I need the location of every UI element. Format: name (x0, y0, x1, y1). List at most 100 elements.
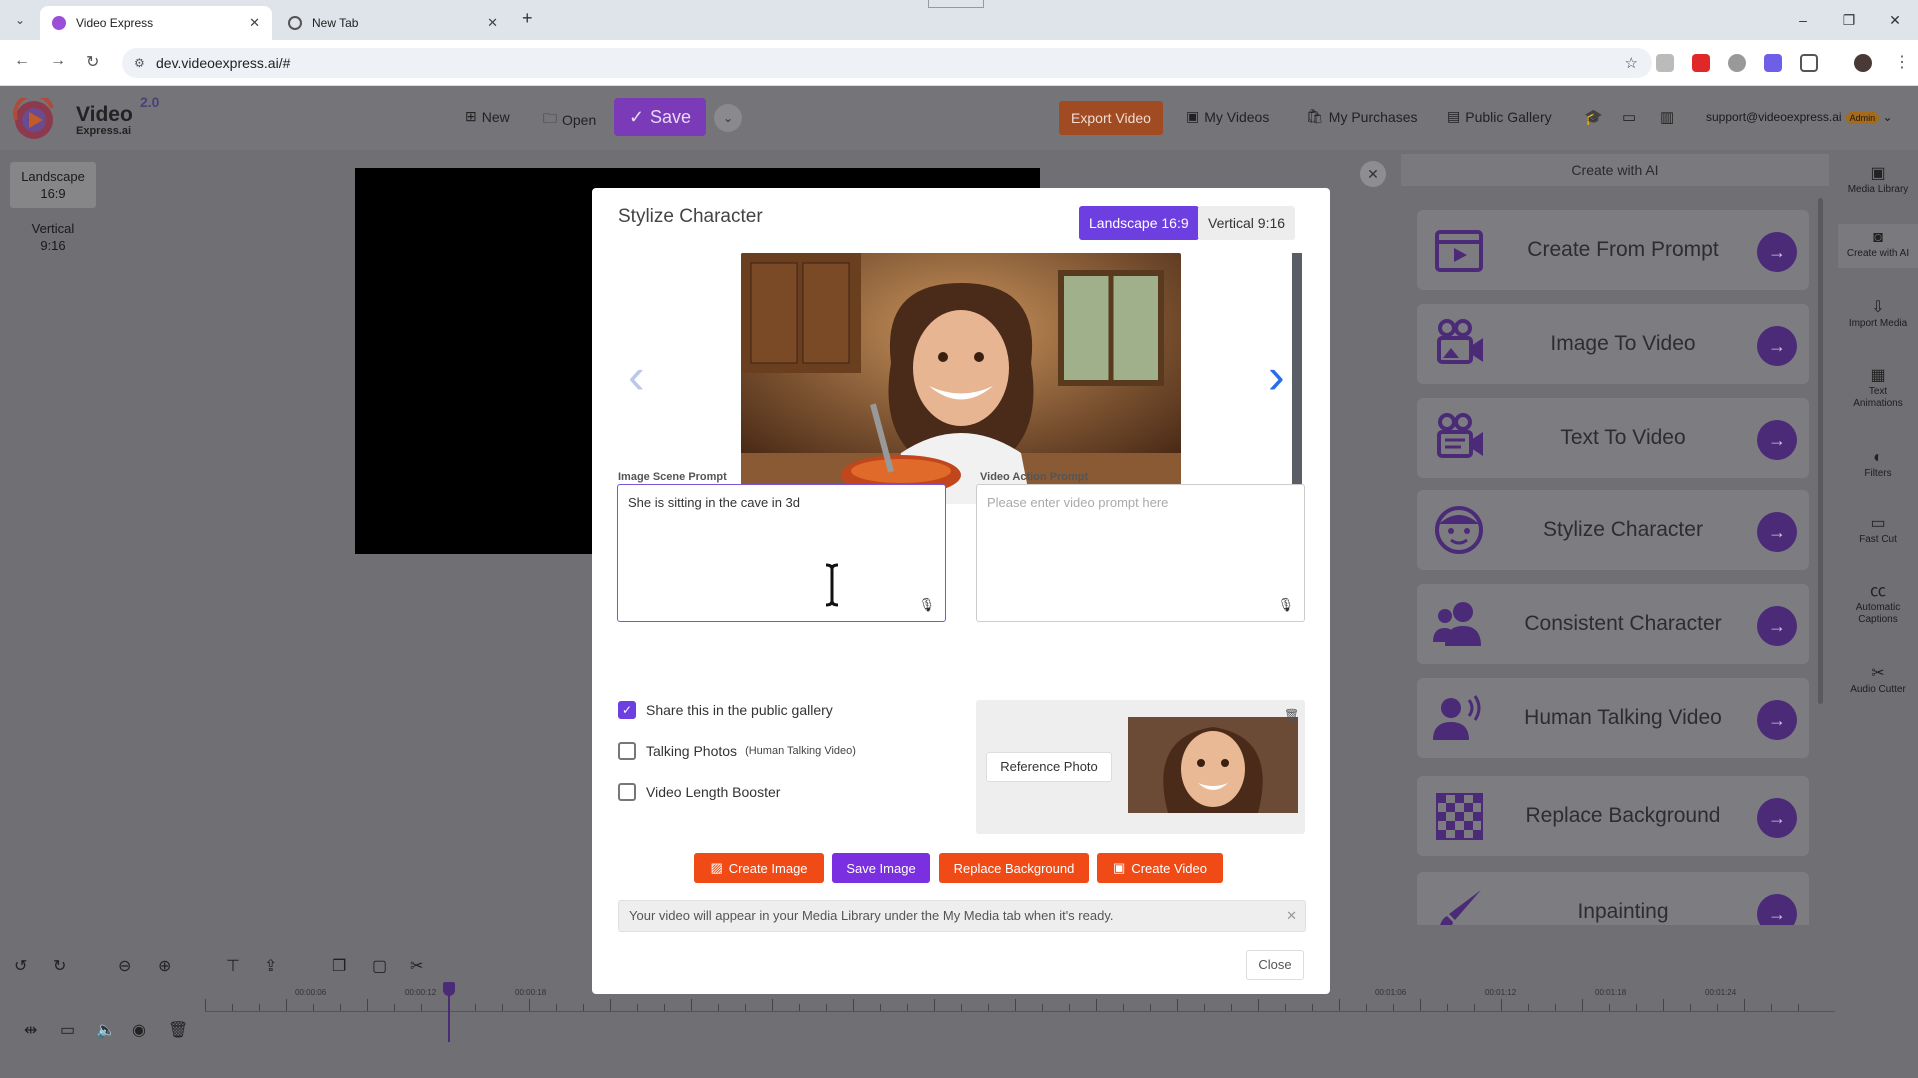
paste-icon[interactable]: ▢ (372, 956, 387, 976)
ai-card-inpainting[interactable]: Inpainting → (1417, 872, 1809, 925)
open-button[interactable]: 🗀 Open (543, 108, 596, 132)
microphone-icon[interactable]: 🎙 (1277, 597, 1294, 613)
logo[interactable]: Video Express.ai 2.0 (12, 94, 172, 144)
new-button[interactable]: ⊞ New (465, 108, 510, 125)
back-icon[interactable]: ← (14, 52, 30, 70)
carousel-prev-icon[interactable]: ‹ (628, 351, 645, 401)
close-tab-icon[interactable]: ✕ (249, 15, 260, 31)
redo-icon[interactable]: ↻ (53, 956, 66, 976)
arrow-right-icon[interactable]: → (1757, 798, 1797, 838)
ai-card-create-from-prompt[interactable]: Create From Prompt → (1417, 210, 1809, 290)
playhead[interactable] (443, 982, 455, 1042)
bookmark-star-icon[interactable]: ☆ (1625, 54, 1638, 72)
my-videos-button[interactable]: ▣ My Videos (1186, 108, 1269, 125)
new-tab-button[interactable]: + (522, 8, 533, 29)
next-slide-preview[interactable] (1292, 253, 1302, 504)
video-length-booster-checkbox[interactable]: Video Length Booster (618, 783, 780, 801)
trash-icon[interactable]: 🗑 (1284, 708, 1299, 722)
browser-tab-video-express[interactable]: Video Express ✕ (40, 6, 272, 40)
chat-icon[interactable]: ▭ (1622, 108, 1640, 126)
extension-icon[interactable] (1656, 54, 1674, 72)
address-bar[interactable]: ⚙ dev.videoexpress.ai/# ☆ (122, 48, 1652, 78)
forward-icon[interactable]: → (50, 52, 66, 70)
microphone-icon[interactable]: 🎙 (918, 597, 935, 613)
arrow-right-icon[interactable]: → (1757, 606, 1797, 646)
ai-card-consistent-character[interactable]: Consistent Character → (1417, 584, 1809, 664)
docs-icon[interactable]: ▥ (1660, 108, 1678, 126)
restore-icon[interactable]: ❐ (1826, 0, 1872, 40)
image-prompt-input[interactable]: She is sitting in the cave in 3d 🎙 (617, 484, 946, 622)
youtube-extension-icon[interactable] (1692, 54, 1710, 72)
volume-icon[interactable]: 🔈 (96, 1020, 116, 1040)
browser-menu-icon[interactable]: ⋮ (1894, 52, 1910, 72)
nav-automatic-captions[interactable]: ㏄ Automatic Captions (1838, 584, 1918, 626)
arrow-right-icon[interactable]: → (1757, 326, 1797, 366)
ai-card-human-talking-video[interactable]: Human Talking Video → (1417, 678, 1809, 758)
arrow-right-icon[interactable]: → (1757, 512, 1797, 552)
orientation-vertical[interactable]: Vertical 9:16 (10, 214, 96, 260)
align-top-icon[interactable]: ⊤ (226, 956, 240, 976)
checkbox-unchecked-icon[interactable] (618, 742, 636, 760)
format-landscape-button[interactable]: Landscape 16:9 (1079, 206, 1199, 240)
account-menu[interactable]: support@videoexpress.ai Admin ⌄ (1706, 110, 1893, 124)
close-tab-icon[interactable]: ✕ (487, 15, 498, 31)
site-info-icon[interactable]: ⚙ (134, 56, 145, 70)
arrow-right-icon[interactable]: → (1757, 700, 1797, 740)
format-vertical-button[interactable]: Vertical 9:16 (1198, 206, 1296, 240)
nav-create-with-ai[interactable]: ◙ Create with AI (1838, 224, 1918, 268)
arrow-right-icon[interactable]: → (1757, 420, 1797, 460)
cut-icon[interactable]: ✂ (410, 956, 423, 976)
nav-import-media[interactable]: ⇩ Import Media (1838, 300, 1918, 330)
ai-card-stylize-character[interactable]: Stylize Character → (1417, 490, 1809, 570)
arrow-right-icon[interactable]: → (1757, 232, 1797, 272)
checkbox-unchecked-icon[interactable] (618, 783, 636, 801)
visibility-icon[interactable]: ◉ (132, 1020, 146, 1040)
talking-photos-checkbox[interactable]: Talking Photos (Human Talking Video) (618, 742, 856, 760)
create-video-button[interactable]: ▣ Create Video (1097, 853, 1223, 883)
copy-icon[interactable]: ❐ (332, 956, 346, 976)
orientation-landscape[interactable]: Landscape 16:9 (10, 162, 96, 208)
cloud-extension-icon[interactable] (1728, 54, 1746, 72)
window-drag-handle[interactable] (928, 0, 984, 8)
zoom-out-icon[interactable]: ⊖ (118, 956, 131, 976)
generated-character-image[interactable] (741, 253, 1181, 504)
close-button[interactable]: Close (1246, 950, 1304, 980)
dismiss-notice-icon[interactable]: ✕ (1286, 901, 1297, 931)
nav-text-animations[interactable]: ▦ Text Animations (1838, 368, 1918, 410)
nav-media-library[interactable]: ▣ Media Library (1838, 166, 1918, 196)
arrow-right-icon[interactable]: → (1757, 894, 1797, 925)
layers-icon[interactable]: ▭ (60, 1020, 75, 1040)
zoom-in-icon[interactable]: ⊕ (158, 956, 171, 976)
split-icon[interactable]: ⇹ (24, 1020, 37, 1040)
purple-extension-icon[interactable] (1764, 54, 1782, 72)
upload-icon[interactable]: ⇪ (264, 956, 277, 976)
ai-card-image-to-video[interactable]: Image To Video → (1417, 304, 1809, 384)
reference-photo-button[interactable]: Reference Photo (986, 752, 1112, 782)
reference-photo-thumbnail[interactable] (1128, 717, 1298, 813)
carousel-next-icon[interactable]: › (1268, 351, 1285, 401)
close-window-icon[interactable]: ✕ (1872, 0, 1918, 40)
nav-audio-cutter[interactable]: ✂ Audio Cutter (1838, 666, 1918, 696)
my-purchases-button[interactable]: 🛍 My Purchases (1306, 108, 1417, 125)
undo-icon[interactable]: ↺ (14, 956, 27, 976)
reload-icon[interactable]: ↻ (86, 52, 99, 72)
replace-background-button[interactable]: Replace Background (939, 853, 1089, 883)
nav-fast-cut[interactable]: ▭ Fast Cut (1838, 516, 1918, 546)
ai-card-replace-background[interactable]: Replace Background → (1417, 776, 1809, 856)
extensions-puzzle-icon[interactable] (1800, 54, 1818, 72)
panel-scrollbar[interactable] (1818, 198, 1823, 704)
create-image-button[interactable]: ▨ Create Image (694, 853, 824, 883)
save-dropdown-button[interactable]: ⌄ (714, 104, 742, 132)
profile-avatar[interactable] (1854, 54, 1872, 72)
delete-icon[interactable]: 🗑 (168, 1020, 188, 1040)
browser-tab-new-tab[interactable]: New Tab ✕ (276, 6, 510, 40)
minimize-icon[interactable]: – (1780, 0, 1826, 40)
tab-search-icon[interactable]: ⌄ (8, 9, 32, 31)
checkbox-checked-icon[interactable]: ✓ (618, 701, 636, 719)
share-public-gallery-checkbox[interactable]: ✓ Share this in the public gallery (618, 701, 833, 719)
graduation-cap-icon[interactable]: 🎓 (1584, 108, 1603, 126)
video-prompt-input[interactable]: Please enter video prompt here 🎙 (976, 484, 1305, 622)
ai-card-text-to-video[interactable]: Text To Video → (1417, 398, 1809, 478)
nav-filters[interactable]: ◐ Filters (1838, 450, 1918, 480)
export-video-button[interactable]: Export Video (1059, 101, 1163, 135)
